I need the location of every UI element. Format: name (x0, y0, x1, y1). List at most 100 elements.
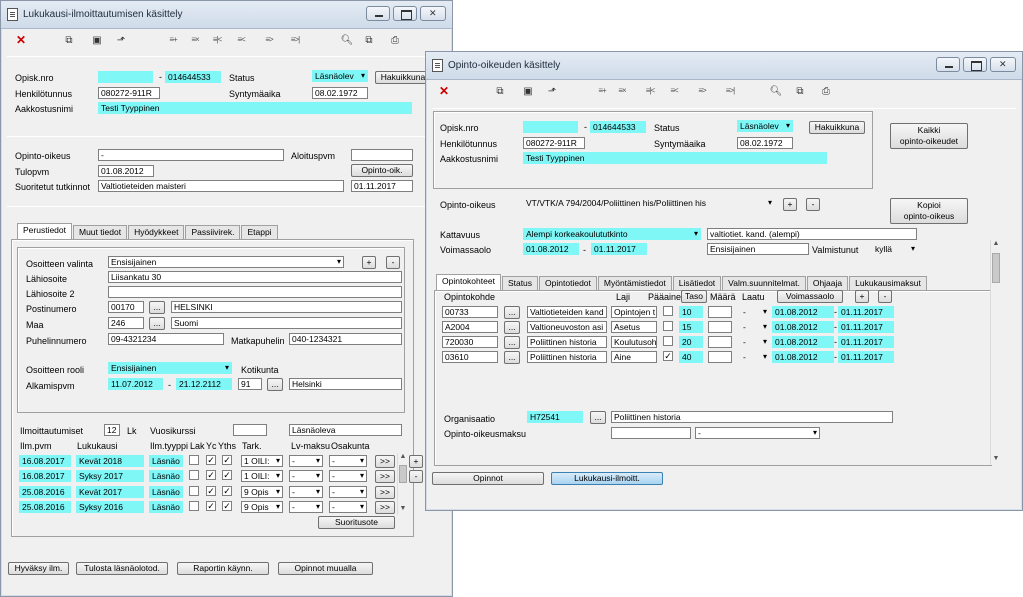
kaikki-opinto-oikeudet-button[interactable]: Kaikki opinto-oikeudet (890, 123, 968, 149)
last-record-icon[interactable]: ≡>| (287, 35, 303, 49)
puhelinnumero-field[interactable]: 09-4321234 (108, 333, 224, 345)
row-type[interactable]: Läsnäo (149, 470, 183, 482)
row-term[interactable]: Syksy 2016 (76, 501, 144, 513)
scroll-up-icon[interactable]: ▲ (398, 453, 408, 463)
row-maara[interactable] (708, 321, 732, 333)
tab-lukukausimaksut[interactable]: Lukukausimaksut (849, 276, 927, 290)
row-lv-select[interactable]: - (289, 470, 323, 482)
print-icon[interactable]: ⎙ (387, 35, 403, 49)
vuosikurssi-field[interactable] (233, 424, 267, 436)
row-date[interactable]: 16.08.2017 (19, 455, 71, 467)
tab-passiivirek[interactable]: Passiivirek. (185, 225, 241, 239)
add-row-icon[interactable]: ≡+ (165, 35, 181, 49)
row-tark-select[interactable]: 1 OILI: (241, 470, 283, 482)
row-yc-checkbox[interactable]: ✓ (206, 501, 216, 511)
titlebar[interactable]: Opinto-oikeuden käsittely (426, 52, 1022, 80)
suoritetut-date-field[interactable]: 01.11.2017 (351, 180, 413, 192)
save-icon[interactable]: ▣ (520, 86, 536, 100)
row-laatu-select[interactable]: - (740, 351, 770, 363)
row-lak-checkbox[interactable] (189, 455, 199, 465)
add-kohde-button[interactable]: + (855, 290, 869, 303)
tab-muut-tiedot[interactable]: Muut tiedot (73, 225, 128, 239)
scroll-thumb[interactable] (992, 253, 1000, 283)
maa-lookup-button[interactable]: ... (149, 317, 165, 330)
aakkostusnimi-field[interactable]: Testi Tyyppinen (523, 152, 827, 164)
osoitteen-valinta-select[interactable]: Ensisijainen (108, 256, 344, 268)
opinto-oikeus-field[interactable]: - (98, 149, 284, 161)
ilmo-scrollbar[interactable]: ▲ ▼ (397, 453, 407, 515)
row-name[interactable]: Poliittinen historia (527, 351, 607, 363)
row-osakunta-select[interactable]: - (329, 501, 367, 513)
row-maara[interactable] (708, 306, 732, 318)
row-osakunta-select[interactable]: - (329, 455, 367, 467)
row-tark-select[interactable]: 1 OILI: (241, 455, 283, 467)
voimassaolo-button[interactable]: Voimassaolo (777, 290, 843, 303)
kopioi-opinto-oikeus-button[interactable]: Kopioi opinto-oikeus (890, 198, 968, 224)
row-date[interactable]: 16.08.2017 (19, 470, 71, 482)
row-yc-checkbox[interactable]: ✓ (206, 470, 216, 480)
tab-status[interactable]: Status (501, 276, 539, 290)
close-button[interactable] (990, 57, 1016, 72)
row-osakunta-select[interactable]: - (329, 486, 367, 498)
scroll-down-icon[interactable]: ▼ (398, 505, 408, 515)
opinto-oik-button[interactable]: Opinto-oik. (351, 164, 413, 177)
row-taso[interactable]: 10 (679, 306, 703, 318)
search-icon[interactable]: 🔍︎ (339, 35, 355, 49)
row-laji[interactable]: Aine (611, 351, 657, 363)
row-yc-checkbox[interactable]: ✓ (206, 486, 216, 496)
aloituspvm-field[interactable] (351, 149, 413, 161)
delete-icon[interactable]: ✕ (13, 33, 29, 47)
duplicate-icon[interactable]: ⧉ (792, 86, 808, 100)
row-lookup-button[interactable]: ... (504, 336, 520, 349)
remove-opinto-oikeus-button[interactable]: - (806, 198, 820, 211)
row-lv-select[interactable]: - (289, 455, 323, 467)
matkapuhelin-field[interactable]: 040-1234321 (289, 333, 402, 345)
opiskno-prefix-field[interactable] (98, 71, 153, 83)
row-name[interactable]: Valtiotieteiden kand (527, 306, 607, 318)
row-maara[interactable] (708, 336, 732, 348)
row-paaaine-checkbox[interactable] (663, 321, 673, 331)
osoitteen-rooli-select[interactable]: Ensisijainen (108, 362, 232, 374)
voimassaolo-from-field[interactable]: 01.08.2012 (523, 243, 579, 255)
tab-perustiedot[interactable]: Perustiedot (17, 223, 72, 239)
scroll-up-icon[interactable]: ▲ (991, 240, 1001, 250)
opiskno-prefix-field[interactable] (523, 121, 578, 133)
row-to[interactable]: 01.11.2017 (838, 336, 894, 348)
tab-hyodykkeet[interactable]: Hyödykkeet (128, 225, 185, 239)
maximize-button[interactable] (963, 57, 987, 72)
tab-opintotiedot[interactable]: Opintotiedot (539, 276, 597, 290)
syntymaaika-field[interactable]: 08.02.1972 (312, 87, 368, 99)
row-term[interactable]: Kevät 2017 (76, 486, 144, 498)
main-scrollbar[interactable]: ▲ ▼ (990, 240, 1000, 465)
scroll-thumb[interactable] (399, 465, 407, 483)
row-term[interactable]: Syksy 2017 (76, 470, 144, 482)
row-lv-select[interactable]: - (289, 486, 323, 498)
row-laatu-select[interactable]: - (740, 336, 770, 348)
suoritetut-field[interactable]: Valtiotieteiden maisteri (98, 180, 344, 192)
export-icon[interactable]: ⬏ (113, 35, 129, 49)
row-tark-select[interactable]: 9 Opis (241, 486, 283, 498)
last-record-icon[interactable]: ≡>| (722, 86, 738, 100)
row-taso[interactable]: 15 (679, 321, 703, 333)
row-code[interactable]: 720030 (442, 336, 498, 348)
opiskno-field[interactable]: 014644533 (165, 71, 221, 83)
tab-etappi[interactable]: Etappi (241, 225, 278, 239)
tulosta-lasnaolotod-button[interactable]: Tulosta läsnäolotod. (76, 562, 168, 575)
lukukausi-ilmoitt-button[interactable]: Lukukausi-ilmoitt. (551, 472, 663, 485)
row-lookup-button[interactable]: ... (504, 306, 520, 319)
row-taso[interactable]: 20 (679, 336, 703, 348)
lahiosoite-field[interactable]: Liisankatu 30 (108, 271, 402, 283)
row-yths-checkbox[interactable]: ✓ (222, 470, 232, 480)
titlebar[interactable]: Lukukausi-ilmoittautumisen käsittely (1, 1, 452, 29)
opinnot-muualla-button[interactable]: Opinnot muualla (278, 562, 373, 575)
tab-myontamistiedot[interactable]: Myöntämistiedot (597, 276, 672, 290)
print-icon[interactable]: ⎙ (818, 86, 834, 100)
kattavuus-desc-field[interactable]: valtiotiet. kand. (alempi) (707, 228, 917, 240)
copy-icon[interactable]: ⧉ (61, 35, 77, 49)
kattavuus-select[interactable]: Alempi korkeakoulututkinto (523, 228, 701, 240)
row-to[interactable]: 01.11.2017 (838, 306, 894, 318)
hakuikkuna-button[interactable]: Hakuikkuna (809, 121, 865, 134)
row-laji[interactable]: Opintojen t (611, 306, 657, 318)
row-from[interactable]: 01.08.2012 (772, 351, 834, 363)
row-to[interactable]: 01.11.2017 (838, 351, 894, 363)
